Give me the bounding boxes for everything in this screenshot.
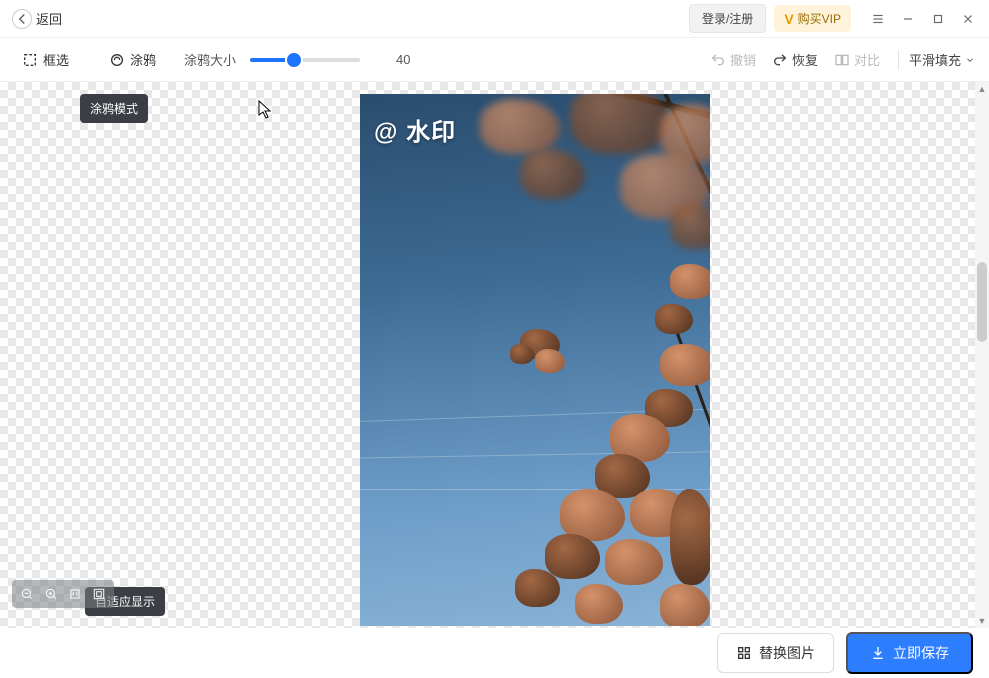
save-button[interactable]: 立即保存 <box>846 632 973 674</box>
fill-mode-label: 平滑填充 <box>909 50 961 69</box>
brush-size-value: 40 <box>396 52 426 67</box>
vip-label: 购买VIP <box>798 10 841 27</box>
vertical-scrollbar[interactable]: ▲ ▼ <box>975 82 989 628</box>
chevron-down-icon <box>965 55 975 65</box>
scroll-down-arrow[interactable]: ▼ <box>975 614 989 628</box>
scrollbar-thumb[interactable] <box>977 262 987 342</box>
login-button[interactable]: 登录/注册 <box>689 4 766 33</box>
replace-icon <box>736 645 752 661</box>
zoom-out-button[interactable] <box>16 584 38 604</box>
scroll-up-arrow[interactable]: ▲ <box>975 82 989 96</box>
redo-label: 恢复 <box>792 50 818 69</box>
actual-size-button[interactable] <box>64 584 86 604</box>
image-preview: @ 水印 <box>360 94 710 626</box>
zoom-controls <box>12 580 114 608</box>
save-label: 立即保存 <box>893 643 949 663</box>
back-arrow-icon <box>12 9 32 29</box>
zoom-in-button[interactable] <box>40 584 62 604</box>
brush-size-label: 涂鸦大小 <box>184 50 236 69</box>
vip-button[interactable]: V 购买VIP <box>774 5 851 32</box>
undo-label: 撤销 <box>730 50 756 69</box>
toolbar: 框选 涂鸦 涂鸦大小 40 撤销 恢复 对比 平滑填充 <box>0 38 989 82</box>
compare-label: 对比 <box>854 50 880 69</box>
brush-mode-tooltip: 涂鸦模式 <box>80 94 148 123</box>
brush-tool[interactable]: 涂鸦 <box>101 44 164 75</box>
replace-image-button[interactable]: 替换图片 <box>717 633 834 673</box>
bottom-bar: 替换图片 立即保存 <box>0 628 989 678</box>
watermark-text: @ 水印 <box>374 112 456 147</box>
compare-button[interactable]: 对比 <box>826 44 888 75</box>
maximize-button[interactable] <box>923 4 953 34</box>
fit-screen-button[interactable] <box>88 584 110 604</box>
vip-icon: V <box>784 11 793 27</box>
menu-button[interactable] <box>863 4 893 34</box>
box-select-label: 框选 <box>43 50 69 69</box>
back-button[interactable]: 返回 <box>6 5 68 33</box>
box-select-tool[interactable]: 框选 <box>14 44 77 75</box>
login-label: 登录/注册 <box>702 12 753 26</box>
fill-mode-dropdown[interactable]: 平滑填充 <box>909 50 975 69</box>
title-bar: 返回 登录/注册 V 购买VIP <box>0 0 989 38</box>
close-button[interactable] <box>953 4 983 34</box>
slider-thumb[interactable] <box>287 53 301 67</box>
brush-label: 涂鸦 <box>130 50 156 69</box>
replace-label: 替换图片 <box>759 643 815 663</box>
brush-size-slider[interactable] <box>250 58 360 62</box>
redo-button[interactable]: 恢复 <box>764 44 826 75</box>
back-label: 返回 <box>36 9 62 28</box>
undo-button[interactable]: 撤销 <box>702 44 764 75</box>
canvas-area[interactable]: @ 水印 <box>0 82 975 628</box>
download-icon <box>870 645 886 661</box>
minimize-button[interactable] <box>893 4 923 34</box>
